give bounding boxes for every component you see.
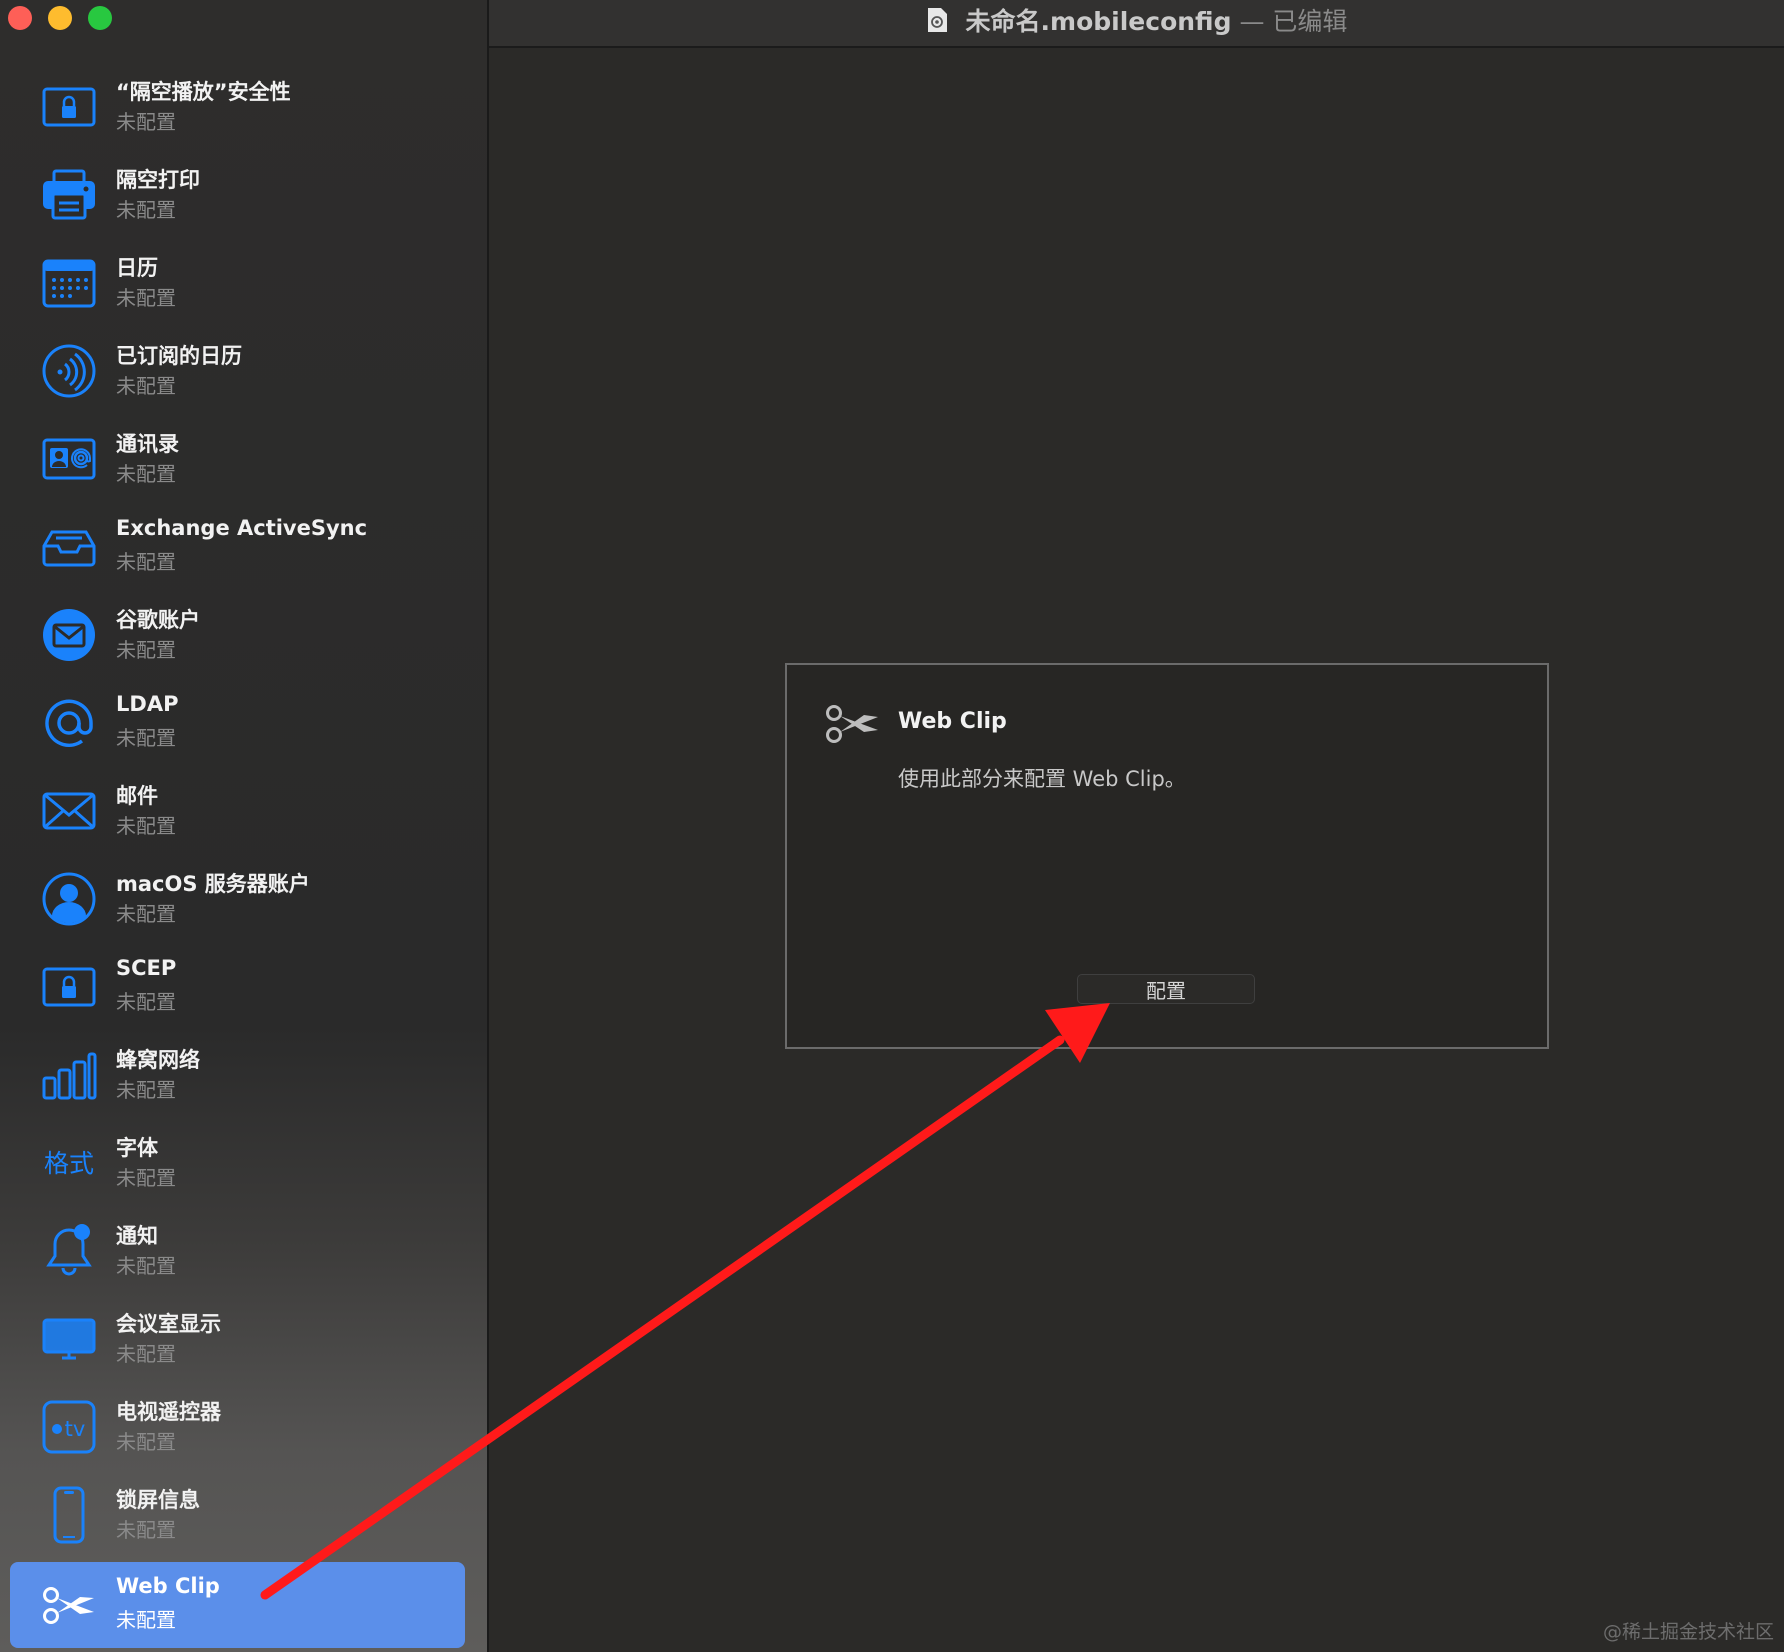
sidebar-item-status: 未配置 <box>116 726 176 750</box>
sidebar-item-status: 未配置 <box>116 1430 176 1454</box>
lock-icon <box>40 958 98 1016</box>
sidebar-item-label: 电视遥控器 <box>116 1400 221 1424</box>
sidebar-item-label: 日历 <box>116 256 158 280</box>
sidebar-item-label: 字体 <box>116 1136 158 1160</box>
scissors-icon <box>823 699 881 749</box>
sidebar-item-airplay-security[interactable]: “隔空播放”安全性 未配置 <box>10 64 465 150</box>
payload-description: 使用此部分来配置 Web Clip。 <box>898 767 1186 791</box>
sidebar-item-exchange-activesync[interactable]: Exchange ActiveSync 未配置 <box>10 504 465 590</box>
mail-circle-icon <box>40 606 98 664</box>
close-window-button[interactable] <box>8 6 32 30</box>
sidebar-item-subscribed-calendars[interactable]: 已订阅的日历 未配置 <box>10 328 465 414</box>
sidebar-item-status: 未配置 <box>116 902 176 926</box>
envelope-icon <box>40 782 98 840</box>
sidebar-item-google-account[interactable]: 谷歌账户 未配置 <box>10 592 465 678</box>
main-panel: Web Clip 使用此部分来配置 Web Clip。 配置 <box>489 48 1784 1652</box>
display-icon <box>40 1310 98 1368</box>
person-circle-icon <box>40 870 98 928</box>
sidebar-item-status: 未配置 <box>116 462 176 486</box>
inbox-tray-icon <box>40 518 98 576</box>
sidebar-item-label: 通知 <box>116 1224 158 1248</box>
sidebar-item-cellular[interactable]: 蜂窝网络 未配置 <box>10 1032 465 1118</box>
font-format-icon: 格式 <box>40 1134 98 1192</box>
sidebar-item-label: 锁屏信息 <box>116 1488 200 1512</box>
document-filename: 未命名.mobileconfig <box>965 7 1232 36</box>
configure-button[interactable]: 配置 <box>1077 974 1255 1004</box>
sidebar-item-status: 未配置 <box>116 814 176 838</box>
sidebar-item-status: 未配置 <box>116 1166 176 1190</box>
document-edited-status: 已编辑 <box>1272 7 1348 36</box>
sidebar-item-scep[interactable]: SCEP 未配置 <box>10 944 465 1030</box>
sidebar-item-status: 未配置 <box>116 1078 176 1102</box>
bell-badge-icon <box>40 1222 98 1280</box>
sidebar-item-label: SCEP <box>116 956 177 980</box>
sidebar-item-status: 未配置 <box>116 374 176 398</box>
sidebar-item-macos-server-account[interactable]: macOS 服务器账户 未配置 <box>10 856 465 942</box>
zoom-window-button[interactable] <box>88 6 112 30</box>
window-title: 未命名.mobileconfig — 已编辑 <box>489 2 1784 39</box>
sidebar-item-tv-remote[interactable]: tv 电视遥控器 未配置 <box>10 1384 465 1470</box>
minimize-window-button[interactable] <box>48 6 72 30</box>
sidebar: “隔空播放”安全性 未配置 隔空打印 未配置 日历 未配置 已订阅的日历 未配置 <box>0 0 489 1652</box>
appletv-icon: tv <box>40 1398 98 1456</box>
title-bar: 未命名.mobileconfig — 已编辑 <box>489 0 1784 48</box>
sidebar-item-status: 未配置 <box>116 1608 176 1632</box>
watermark: @稀土掘金技术社区 <box>1602 1621 1774 1643</box>
sidebar-item-airprint[interactable]: 隔空打印 未配置 <box>10 152 465 238</box>
sidebar-item-web-clip[interactable]: Web Clip 未配置 <box>10 1562 465 1648</box>
subscribed-calendar-icon <box>40 342 98 400</box>
sidebar-item-label: “隔空播放”安全性 <box>116 80 291 104</box>
iphone-icon <box>40 1486 98 1544</box>
cellular-bars-icon <box>40 1046 98 1104</box>
sidebar-item-lock-screen-message[interactable]: 锁屏信息 未配置 <box>10 1472 465 1558</box>
sidebar-item-notifications[interactable]: 通知 未配置 <box>10 1208 465 1294</box>
sidebar-item-conference-room-display[interactable]: 会议室显示 未配置 <box>10 1296 465 1382</box>
sidebar-item-fonts[interactable]: 格式 字体 未配置 <box>10 1120 465 1206</box>
title-separator: — <box>1239 7 1265 36</box>
sidebar-item-status: 未配置 <box>116 1518 176 1542</box>
sidebar-item-label: 通讯录 <box>116 432 179 456</box>
sidebar-item-calendar[interactable]: 日历 未配置 <box>10 240 465 326</box>
sidebar-item-status: 未配置 <box>116 990 176 1014</box>
payload-title: Web Clip <box>898 709 1007 734</box>
sidebar-item-label: 邮件 <box>116 784 158 808</box>
scissors-icon <box>40 1576 98 1634</box>
calendar-icon <box>40 254 98 312</box>
printer-icon <box>40 166 98 224</box>
sidebar-item-label: 隔空打印 <box>116 168 200 192</box>
appletv-icon-text: tv <box>65 1417 86 1441</box>
sidebar-item-status: 未配置 <box>116 638 176 662</box>
sidebar-item-mail[interactable]: 邮件 未配置 <box>10 768 465 854</box>
sidebar-item-contacts[interactable]: 通讯录 未配置 <box>10 416 465 502</box>
sidebar-item-label: macOS 服务器账户 <box>116 872 310 896</box>
lock-icon <box>40 78 98 136</box>
sidebar-item-status: 未配置 <box>116 286 176 310</box>
sidebar-item-status: 未配置 <box>116 110 176 134</box>
at-sign-icon <box>40 694 98 752</box>
contacts-card-icon <box>40 430 98 488</box>
sidebar-item-label: 已订阅的日历 <box>116 344 242 368</box>
sidebar-item-status: 未配置 <box>116 1342 176 1366</box>
sidebar-item-status: 未配置 <box>116 198 176 222</box>
sidebar-item-label: 谷歌账户 <box>116 608 200 632</box>
font-format-icon-text: 格式 <box>44 1149 94 1178</box>
sidebar-item-status: 未配置 <box>116 550 176 574</box>
payload-card: Web Clip 使用此部分来配置 Web Clip。 配置 <box>785 663 1549 1049</box>
sidebar-item-label: 会议室显示 <box>116 1312 221 1336</box>
window-controls <box>8 6 112 30</box>
sidebar-item-label: 蜂窝网络 <box>116 1048 200 1072</box>
sidebar-item-label: Exchange ActiveSync <box>116 516 368 540</box>
profile-document-icon <box>926 7 948 39</box>
sidebar-item-status: 未配置 <box>116 1254 176 1278</box>
sidebar-item-label: LDAP <box>116 692 179 716</box>
sidebar-item-ldap[interactable]: LDAP 未配置 <box>10 680 465 766</box>
sidebar-item-label: Web Clip <box>116 1574 220 1598</box>
